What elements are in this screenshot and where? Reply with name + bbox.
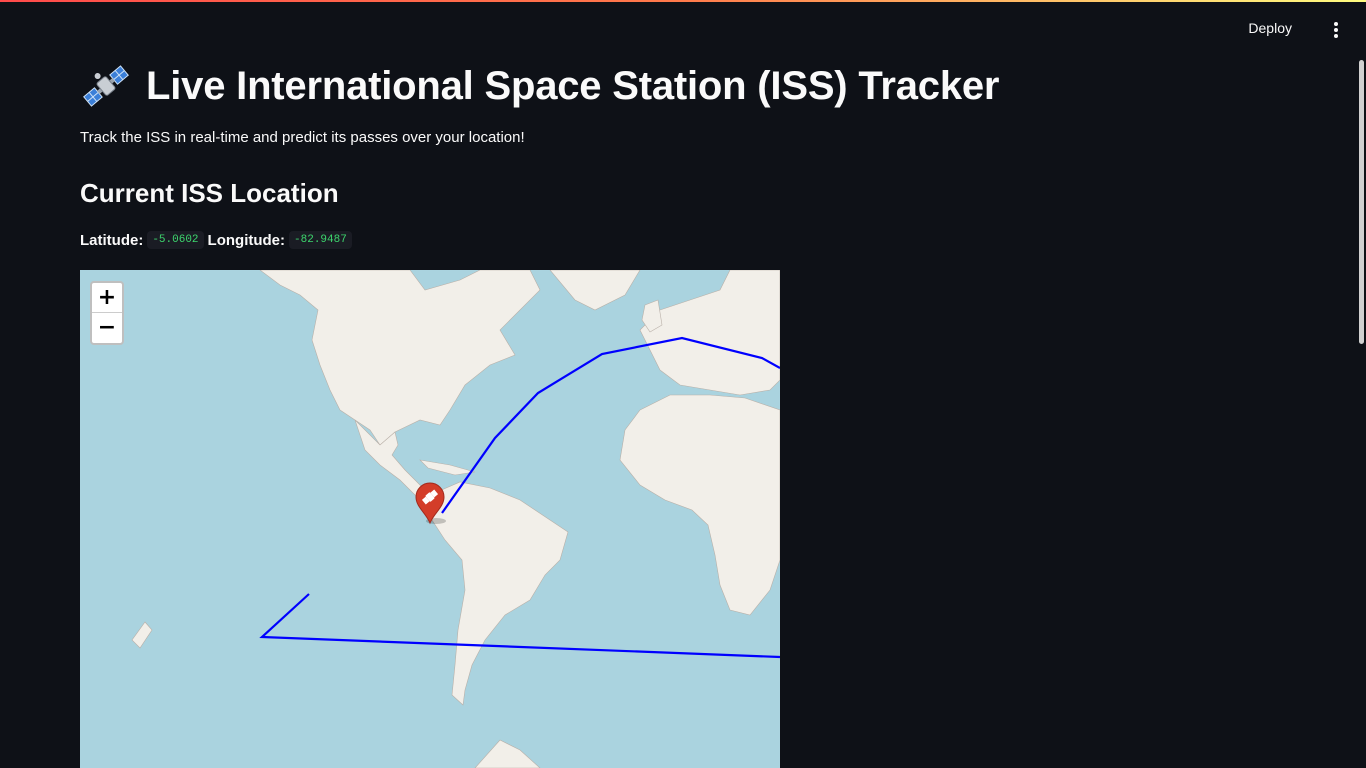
satellite-emoji-icon (83, 65, 129, 107)
iss-map[interactable]: + − (80, 270, 780, 768)
zoom-control: + − (90, 281, 124, 345)
coordinates-line: Latitude: -5.0602 Longitude: -82.9487 (80, 231, 356, 249)
app-header: Deploy (0, 2, 1366, 58)
latitude-value: -5.0602 (147, 231, 204, 249)
section-heading: Current ISS Location (80, 178, 339, 208)
latitude-label: Latitude: (80, 231, 144, 249)
deploy-button[interactable]: Deploy (1248, 20, 1292, 36)
zoom-in-button[interactable]: + (92, 283, 122, 313)
zoom-out-button[interactable]: − (92, 313, 122, 343)
page-title: Live International Space Station (ISS) T… (146, 63, 1000, 108)
title-row: Live International Space Station (ISS) T… (80, 56, 999, 116)
map-canvas (80, 270, 780, 768)
longitude-label: Longitude: (207, 231, 286, 249)
longitude-value: -82.9487 (289, 231, 352, 249)
scrollbar[interactable] (1359, 60, 1364, 344)
page-subtitle: Track the ISS in real-time and predict i… (80, 129, 525, 146)
more-vertical-icon[interactable] (1324, 18, 1344, 42)
